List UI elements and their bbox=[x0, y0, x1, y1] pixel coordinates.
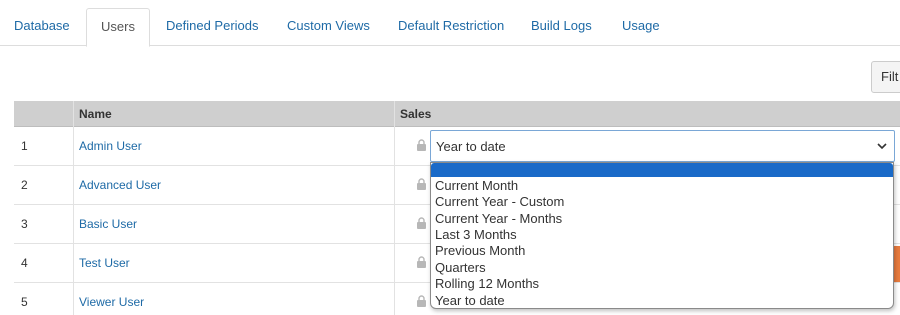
table-header: Name Sales bbox=[14, 101, 900, 127]
row-action-button-edge[interactable] bbox=[893, 246, 900, 282]
tab-usage[interactable]: Usage bbox=[608, 8, 674, 46]
tab-bar: Database Users Defined Periods Custom Vi… bbox=[0, 0, 900, 47]
sales-period-select[interactable]: Year to date bbox=[430, 130, 895, 162]
tab-database[interactable]: Database bbox=[0, 8, 84, 46]
tab-default-restriction[interactable]: Default Restriction bbox=[384, 8, 518, 46]
lock-icon bbox=[417, 217, 426, 229]
column-header-sales: Sales bbox=[400, 107, 432, 121]
user-link[interactable]: Basic User bbox=[79, 217, 137, 231]
lock-icon bbox=[417, 139, 426, 151]
row-number: 2 bbox=[21, 178, 28, 192]
option-quarters[interactable]: Quarters bbox=[435, 260, 486, 276]
select-value: Year to date bbox=[436, 139, 506, 154]
lock-icon bbox=[417, 295, 426, 307]
row-number: 1 bbox=[21, 139, 28, 153]
lock-icon bbox=[417, 178, 426, 190]
column-divider bbox=[394, 101, 395, 315]
user-link[interactable]: Advanced User bbox=[79, 178, 161, 192]
user-link[interactable]: Admin User bbox=[79, 139, 142, 153]
user-link[interactable]: Viewer User bbox=[79, 295, 144, 309]
tab-build-logs[interactable]: Build Logs bbox=[517, 8, 606, 46]
row-number: 5 bbox=[21, 295, 28, 309]
user-link[interactable]: Test User bbox=[79, 256, 130, 270]
row-number: 4 bbox=[21, 256, 28, 270]
sales-period-dropdown: Current Month Current Year - Custom Curr… bbox=[430, 162, 894, 309]
tab-custom-views[interactable]: Custom Views bbox=[273, 8, 384, 46]
filter-button[interactable]: Filt bbox=[871, 61, 900, 93]
option-previous-month[interactable]: Previous Month bbox=[435, 243, 525, 259]
row-number: 3 bbox=[21, 217, 28, 231]
option-year-to-date[interactable]: Year to date bbox=[435, 293, 505, 308]
chevron-down-icon bbox=[877, 143, 887, 150]
tab-users[interactable]: Users bbox=[86, 8, 150, 47]
option-last-3-months[interactable]: Last 3 Months bbox=[435, 227, 517, 243]
option-current-year-months[interactable]: Current Year - Months bbox=[435, 211, 562, 227]
lock-icon bbox=[417, 256, 426, 268]
option-rolling-12-months[interactable]: Rolling 12 Months bbox=[435, 276, 539, 292]
column-header-name: Name bbox=[79, 107, 112, 121]
option-current-year-custom[interactable]: Current Year - Custom bbox=[435, 194, 564, 210]
tab-defined-periods[interactable]: Defined Periods bbox=[152, 8, 273, 46]
column-divider bbox=[73, 101, 74, 315]
option-highlighted-blank[interactable] bbox=[431, 163, 893, 177]
option-current-month[interactable]: Current Month bbox=[435, 178, 518, 194]
